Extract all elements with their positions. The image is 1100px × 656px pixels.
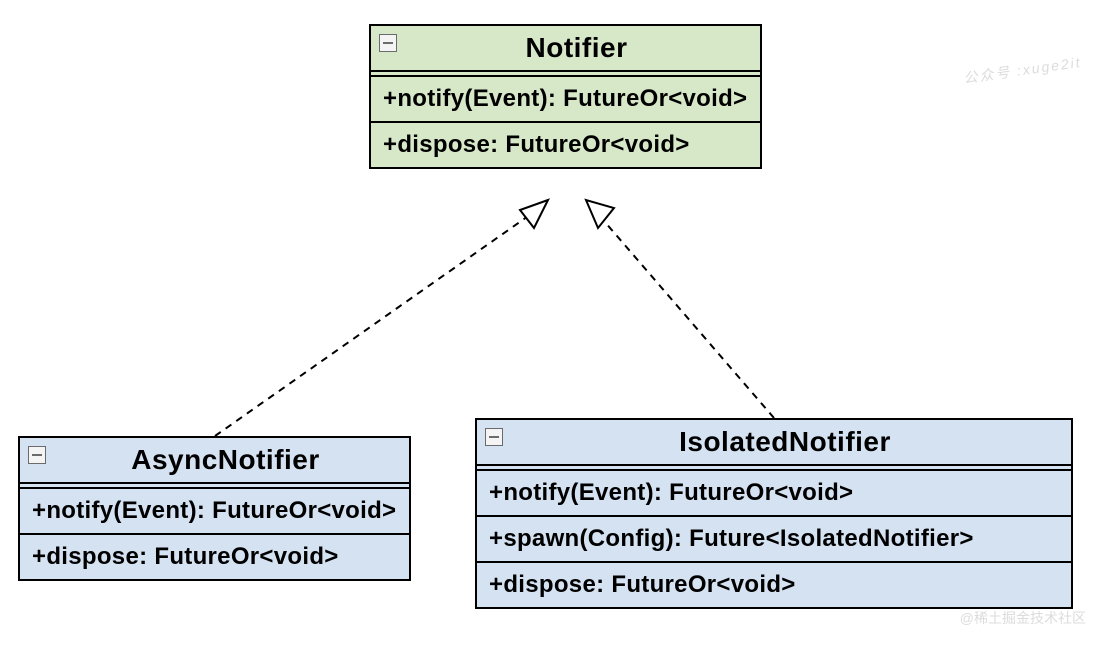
class-title: AsyncNotifier: [20, 438, 409, 484]
watermark-top: 公众号 :xuge2it: [962, 52, 1083, 88]
class-name: AsyncNotifier: [131, 444, 320, 475]
class-name: IsolatedNotifier: [679, 426, 891, 457]
watermark-bottom: @稀土掘金技术社区: [960, 608, 1086, 628]
class-member: +dispose: FutureOr<void>: [20, 533, 409, 579]
collapse-icon[interactable]: [28, 446, 46, 464]
class-member: +spawn(Config): Future<IsolatedNotifier>: [477, 515, 1071, 561]
class-notifier: Notifier +notify(Event): FutureOr<void> …: [369, 24, 762, 169]
collapse-icon[interactable]: [485, 428, 503, 446]
class-member: +notify(Event): FutureOr<void>: [477, 471, 1071, 515]
class-member: +dispose: FutureOr<void>: [477, 561, 1071, 607]
collapse-icon[interactable]: [379, 34, 397, 52]
class-title: Notifier: [371, 26, 760, 72]
class-member: +notify(Event): FutureOr<void>: [20, 489, 409, 533]
class-name: Notifier: [526, 32, 628, 63]
class-title: IsolatedNotifier: [477, 420, 1071, 466]
class-async-notifier: AsyncNotifier +notify(Event): FutureOr<v…: [18, 436, 411, 581]
class-member: +notify(Event): FutureOr<void>: [371, 77, 760, 121]
uml-canvas: Notifier +notify(Event): FutureOr<void> …: [0, 0, 1100, 656]
class-isolated-notifier: IsolatedNotifier +notify(Event): FutureO…: [475, 418, 1073, 609]
class-member: +dispose: FutureOr<void>: [371, 121, 760, 167]
